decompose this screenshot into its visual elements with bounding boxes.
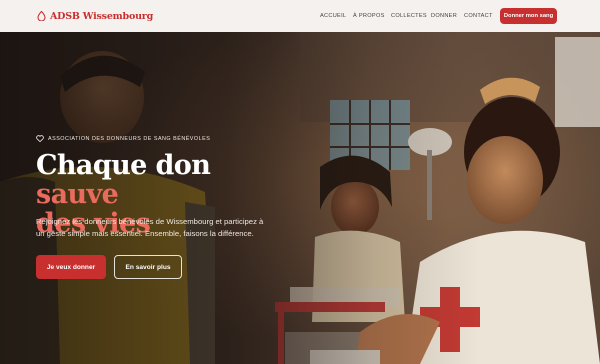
nav-collectes[interactable]: COLLECTES bbox=[391, 13, 427, 19]
nav-contact[interactable]: CONTACT bbox=[464, 13, 493, 19]
nav-a-propos[interactable]: À PROPOS bbox=[353, 13, 385, 19]
title-accent-sauve: sauve bbox=[36, 179, 119, 210]
donner-mon-sang-button[interactable]: Donner mon sang bbox=[500, 8, 557, 24]
heart-icon bbox=[36, 135, 44, 142]
tagline-text: ASSOCIATION DES DONNEURS DE SANG BÉNÉVOL… bbox=[48, 135, 211, 142]
en-savoir-plus-button[interactable]: En savoir plus bbox=[114, 255, 182, 279]
hero-section: ASSOCIATION DES DONNEURS DE SANG BÉNÉVOL… bbox=[0, 32, 600, 364]
blood-drop-icon bbox=[37, 11, 46, 21]
logo[interactable]: ADSB Wissembourg bbox=[37, 11, 153, 22]
title-part1: Chaque don bbox=[36, 150, 211, 181]
site-header: ADSB Wissembourg ACCUEIL À PROPOS COLLEC… bbox=[0, 0, 600, 32]
logo-text: ADSB Wissembourg bbox=[50, 10, 154, 22]
nav-donner[interactable]: DONNER bbox=[431, 13, 457, 19]
hero-description: Rejoignez les donneurs bénévoles de Wiss… bbox=[36, 217, 264, 238]
je-veux-donner-button[interactable]: Je veux donner bbox=[36, 255, 106, 279]
hero-tagline: ASSOCIATION DES DONNEURS DE SANG BÉNÉVOL… bbox=[36, 135, 210, 142]
nav-accueil[interactable]: ACCUEIL bbox=[320, 13, 346, 19]
